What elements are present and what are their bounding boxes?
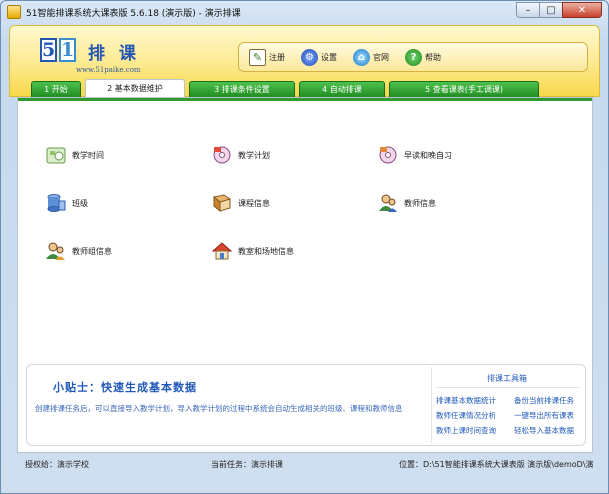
classroom-house-icon (212, 242, 232, 260)
logo-digit-1: 1 (59, 38, 76, 62)
register-button[interactable]: ✎ 注册 (249, 48, 285, 66)
tab-basic-data[interactable]: 2 基本数据维护 (85, 79, 185, 97)
header-toolbar: ✎ 注册 ⚙ 设置 ⌂ 官网 ? 帮助 (238, 42, 588, 72)
website-icon: ⌂ (353, 48, 370, 66)
database-icon (47, 194, 66, 212)
logo-text: 排 课 (88, 44, 140, 64)
toolbox-divider (436, 387, 580, 388)
toolbox-link-analysis[interactable]: 教师任课情况分析 (436, 410, 496, 421)
func-teaching-time[interactable]: 教学时间 (46, 144, 104, 166)
settings-icon: ⚙ (301, 48, 318, 66)
app-logo: 5 1 排 课 www.51paike.com (40, 38, 150, 74)
tips-title: 小贴士：快速生成基本数据 (53, 381, 197, 394)
tab-bar: 1 开始 2 基本数据维护 3 排课条件设置 4 自动排课 5 查看课表(手工调… (31, 79, 543, 97)
minimize-button[interactable]: – (516, 2, 540, 18)
logo-url: www.51paike.com (76, 66, 141, 74)
tab-underline (18, 98, 592, 101)
toolbox-link-import[interactable]: 轻松导入基本数据 (514, 425, 574, 436)
status-school: 授权给：演示学校 (25, 460, 89, 469)
teacher-icon (379, 194, 397, 212)
toolbox-link-query[interactable]: 教师上课时间查询 (436, 425, 496, 436)
tab-view-timetable[interactable]: 5 查看课表(手工调课) (389, 81, 539, 97)
teacher-group-icon (46, 242, 65, 260)
calendar-icon (46, 147, 66, 164)
help-icon: ? (405, 48, 422, 66)
func-teacher-info[interactable]: 教师信息 (378, 192, 436, 214)
func-teaching-plan[interactable]: 教学计划 (212, 144, 270, 166)
func-teacher-group[interactable]: 教师组信息 (46, 240, 112, 262)
status-bar: 授权给：演示学校 当前任务：演示排课 位置：D:\51智能排课系统大课表版 演示… (17, 457, 593, 473)
tips-body: 创建排课任务后，可以直接导入教学计划，导入教学计划的过程中系统会自动生成相关的班… (35, 404, 403, 413)
window-title: 51智能排课系统大课表版 5.6.18 (演示版) - 演示排课 (26, 8, 241, 19)
register-icon: ✎ (249, 48, 266, 66)
morning-evening-disc-icon (379, 146, 397, 164)
plan-disc-icon (213, 146, 231, 164)
tab-conditions[interactable]: 3 排课条件设置 (189, 81, 295, 97)
maximize-button[interactable]: □ (539, 2, 563, 18)
func-classes[interactable]: 班级 (46, 192, 88, 214)
func-morning-evening[interactable]: 早读和晚自习 (378, 144, 452, 166)
close-button[interactable]: ✕ (562, 2, 602, 18)
func-course-info[interactable]: 课程信息 (212, 192, 270, 214)
toolbox-title: 排课工具箱 (487, 374, 527, 383)
help-button[interactable]: ? 帮助 (405, 48, 441, 66)
func-classroom-venue[interactable]: 教室和场地信息 (212, 240, 294, 262)
toolbox-link-stats[interactable]: 排课基本数据统计 (436, 395, 496, 406)
status-location: 位置：D:\51智能排课系统大课表版 演示版\demoD\演 (399, 460, 593, 469)
status-task: 当前任务：演示排课 (211, 460, 283, 469)
book-icon (212, 194, 232, 213)
main-panel: 教学时间 教学计划 早读和晚自习 班级 课程信息 教师信息 教师组信息 教室和场… (17, 97, 593, 453)
logo-digit-5: 5 (40, 38, 57, 62)
title-bar: 51智能排课系统大课表版 5.6.18 (演示版) - 演示排课 – □ ✕ (1, 1, 608, 23)
settings-button[interactable]: ⚙ 设置 (301, 48, 337, 66)
tab-auto-schedule[interactable]: 4 自动排课 (299, 81, 385, 97)
toolbox-panel: 排课工具箱 排课基本数据统计 备份当前排课任务 教师任课情况分析 一键导出所有课… (431, 367, 581, 443)
app-icon (7, 5, 21, 19)
toolbox-link-backup[interactable]: 备份当前排课任务 (514, 395, 574, 406)
window-controls: – □ ✕ (516, 2, 602, 18)
tab-start[interactable]: 1 开始 (31, 81, 81, 97)
website-button[interactable]: ⌂ 官网 (353, 48, 389, 66)
app-window: 51智能排课系统大课表版 5.6.18 (演示版) - 演示排课 – □ ✕ 5… (0, 0, 609, 494)
toolbox-link-export[interactable]: 一键导出所有课表 (514, 410, 574, 421)
tips-panel: 小贴士：快速生成基本数据 创建排课任务后，可以直接导入教学计划，导入教学计划的过… (26, 364, 586, 446)
